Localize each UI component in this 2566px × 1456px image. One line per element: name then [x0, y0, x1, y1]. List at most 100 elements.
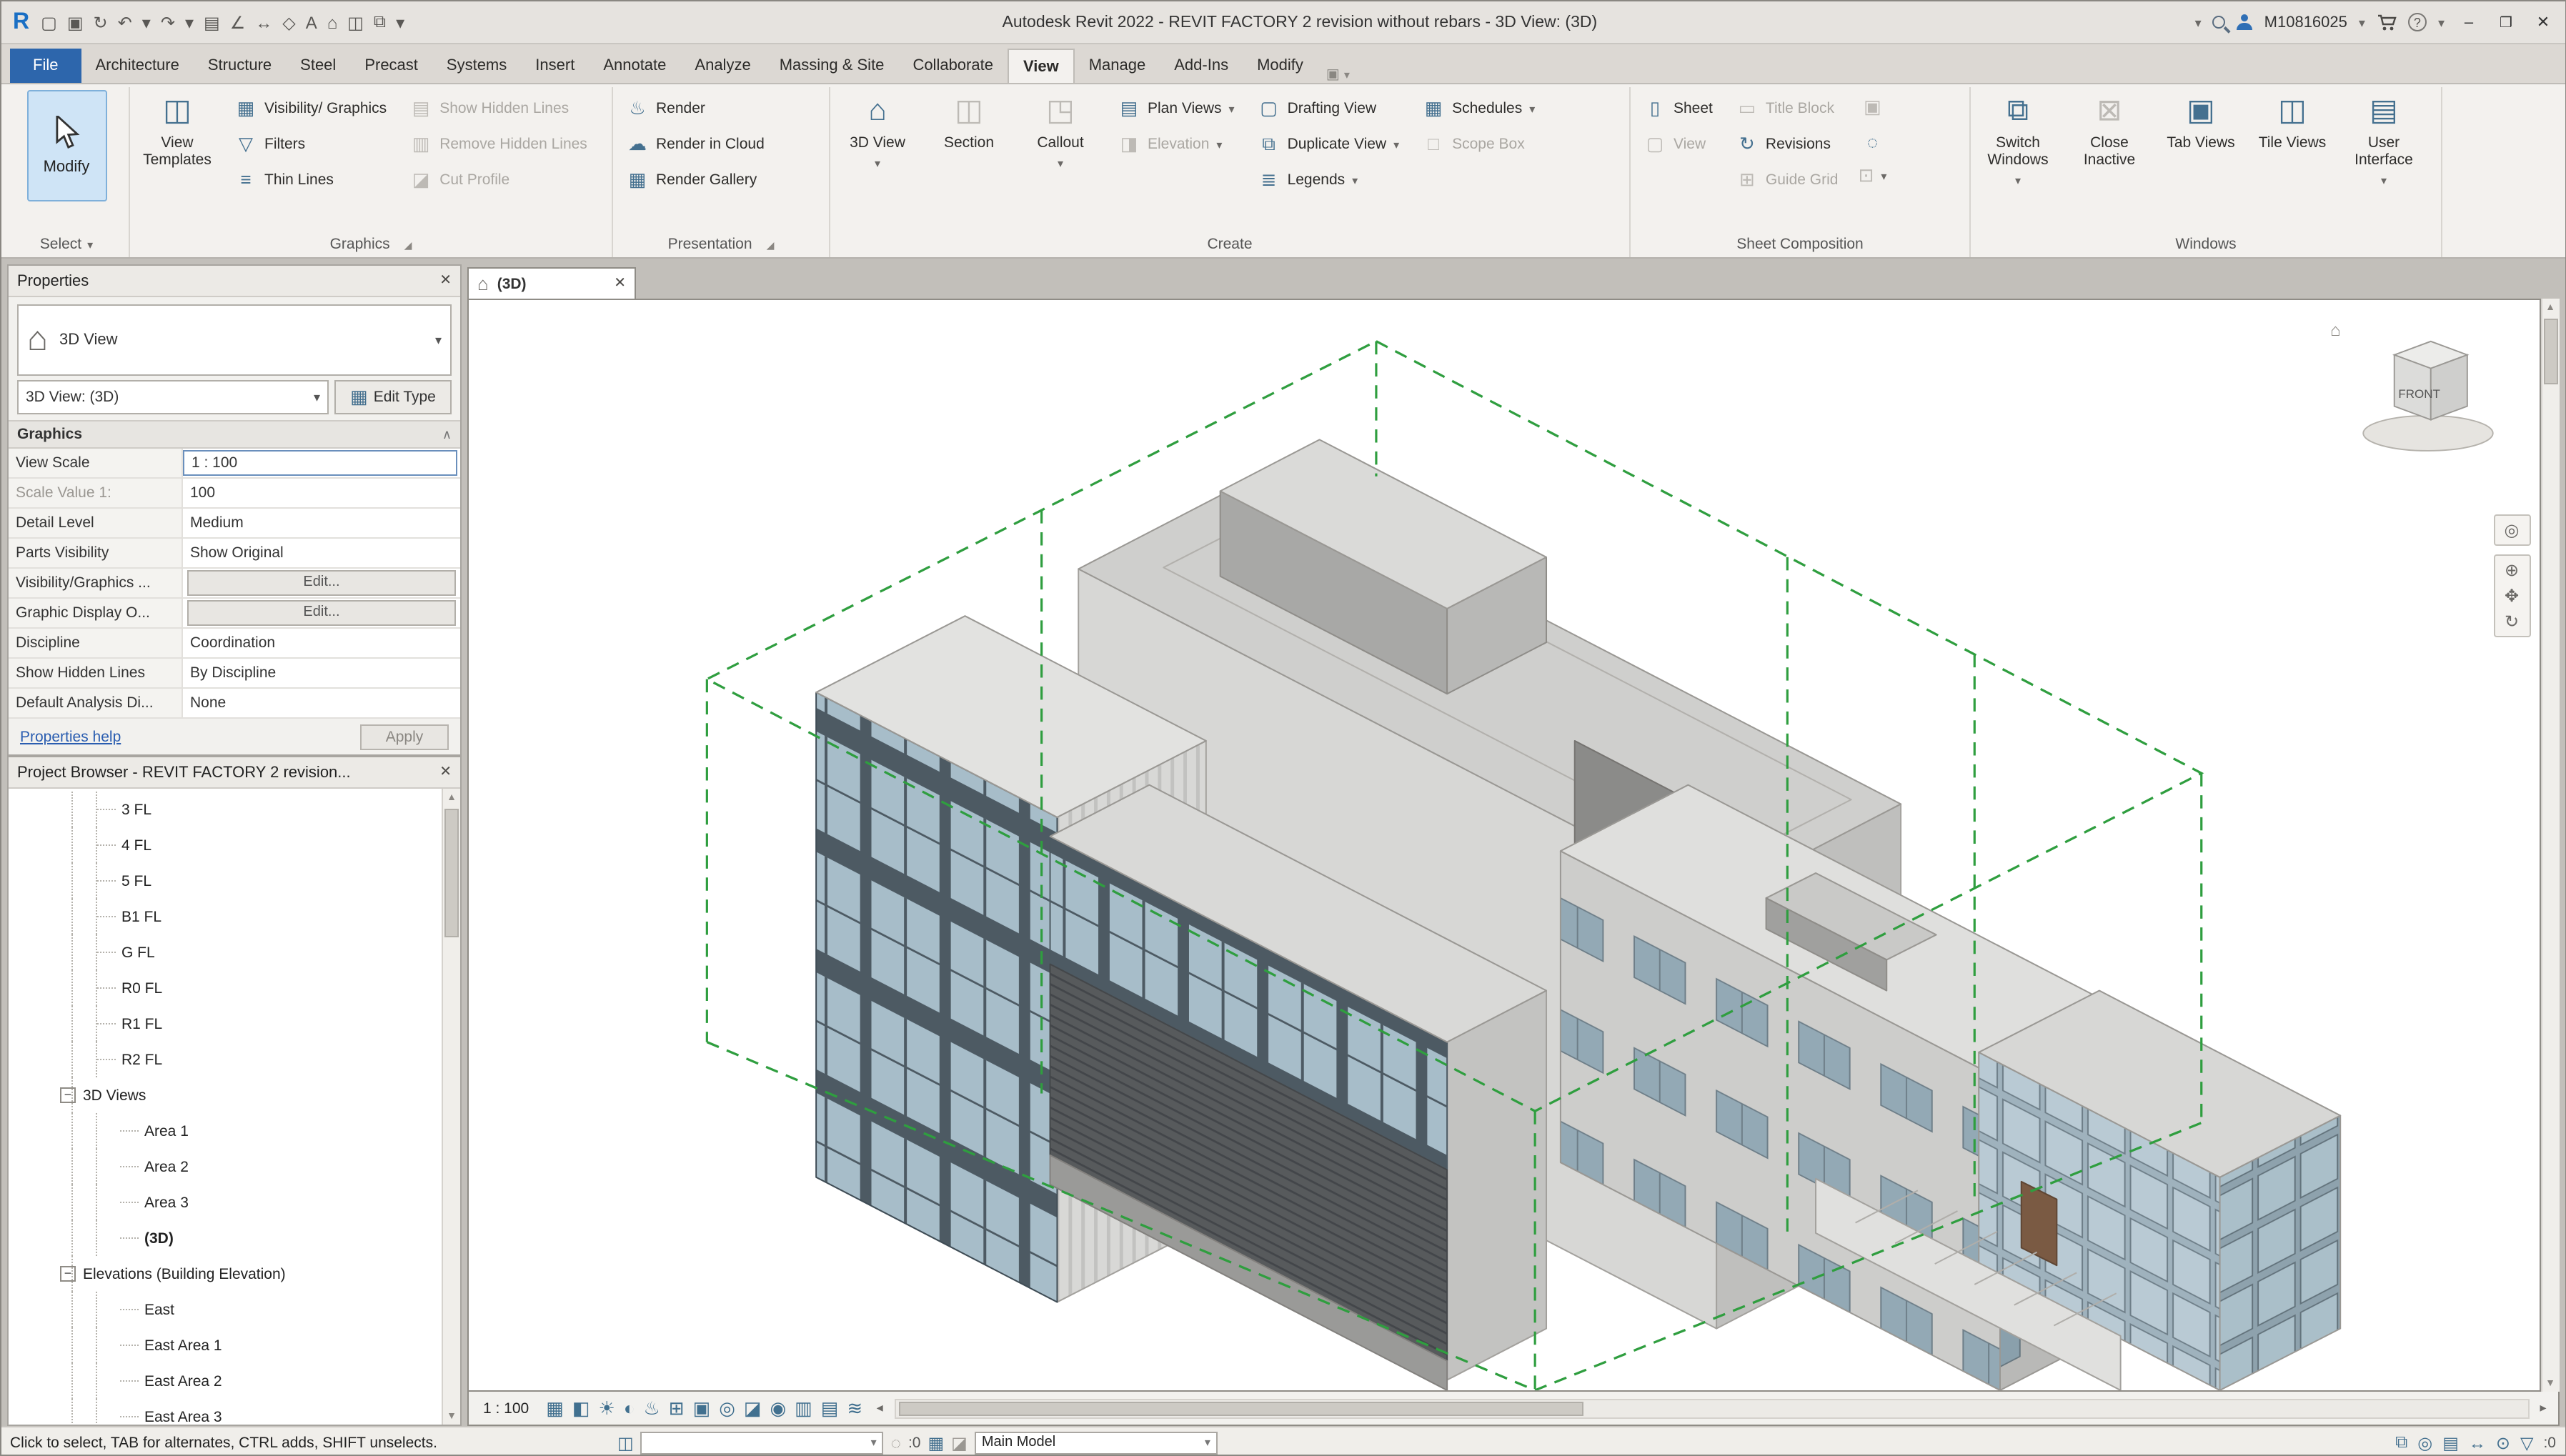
sheet-extra-button-3[interactable]: ⊡: [1855, 159, 1889, 193]
collapse-icon[interactable]: [60, 1087, 76, 1103]
legends-button[interactable]: ≣ Legends: [1252, 161, 1406, 197]
browser-item[interactable]: 5 FL: [9, 863, 442, 899]
render-dialog-icon[interactable]: ♨: [643, 1397, 660, 1420]
ribbon-tab[interactable]: Systems: [432, 49, 521, 83]
close-inactive-button[interactable]: ⊠ Close Inactive: [2069, 90, 2149, 169]
save-icon[interactable]: ▣: [67, 12, 84, 32]
ribbon-tab[interactable]: Insert: [521, 49, 589, 83]
instance-selector[interactable]: 3D View: (3D): [17, 380, 329, 414]
minimize-button[interactable]: [2456, 14, 2482, 31]
browser-item[interactable]: 3D Views: [9, 1077, 442, 1113]
ribbon-tab[interactable]: Architecture: [81, 49, 193, 83]
username[interactable]: M10816025: [2264, 14, 2347, 31]
browser-item[interactable]: (3D): [9, 1220, 442, 1256]
switch-windows-button[interactable]: ⧉ Switch Windows: [1978, 90, 2058, 189]
render-gallery-button[interactable]: ▦ Render Gallery: [620, 161, 770, 197]
tab-views-button[interactable]: ▣ Tab Views: [2161, 90, 2241, 151]
section-button[interactable]: ◫ Section: [929, 90, 1009, 151]
browser-item[interactable]: East: [9, 1292, 442, 1327]
active-design-option-combobox[interactable]: Main Model: [975, 1431, 1218, 1454]
remove-hidden-lines-button[interactable]: ▥ Remove Hidden Lines: [404, 126, 593, 161]
view-scale-button[interactable]: 1 : 100: [472, 1400, 540, 1417]
undo-icon[interactable]: ↶: [118, 12, 132, 32]
analytical-model-icon[interactable]: ≋: [847, 1397, 862, 1420]
sheet-button[interactable]: ▯ Sheet: [1638, 90, 1719, 126]
callout-button[interactable]: ◳ Callout: [1020, 90, 1100, 171]
show-crop-icon[interactable]: ▣: [693, 1397, 711, 1420]
scroll-up-icon[interactable]: ▲: [443, 789, 460, 806]
user-caret-icon[interactable]: [2359, 14, 2365, 31]
steering-wheel-icon[interactable]: ◎: [2505, 520, 2520, 540]
help-icon[interactable]: ?: [2408, 13, 2427, 31]
select-pins-icon[interactable]: ◎: [2417, 1432, 2432, 1452]
browser-item[interactable]: Elevations (Building Elevation): [9, 1256, 442, 1292]
qat-customize-caret-icon[interactable]: ▾: [396, 12, 404, 32]
browser-item[interactable]: G FL: [9, 934, 442, 970]
browser-item[interactable]: East Area 3: [9, 1399, 442, 1425]
filters-button[interactable]: ▽ Filters: [229, 126, 392, 161]
shadows-icon[interactable]: ◐: [624, 1397, 635, 1419]
restore-button[interactable]: [2493, 14, 2519, 31]
default-3d-view-icon[interactable]: ⌂: [327, 12, 338, 32]
file-tab[interactable]: File: [10, 49, 81, 83]
pan-icon[interactable]: ✥: [2505, 586, 2519, 606]
ribbon-tab[interactable]: Annotate: [589, 49, 680, 83]
ribbon-tab[interactable]: Precast: [350, 49, 432, 83]
browser-item[interactable]: R1 FL: [9, 1006, 442, 1042]
elevation-button[interactable]: ◨ Elevation: [1112, 126, 1240, 161]
panel-label-windows[interactable]: Windows: [1978, 230, 2434, 257]
open-icon[interactable]: ▢: [41, 12, 57, 32]
visual-style-icon[interactable]: ◧: [572, 1397, 590, 1420]
close-icon[interactable]: [439, 764, 452, 780]
panel-label-presentation[interactable]: Presentation: [620, 230, 822, 257]
browser-item[interactable]: East Area 1: [9, 1327, 442, 1363]
modify-button[interactable]: Modify: [26, 90, 106, 201]
render-button[interactable]: ♨ Render: [620, 90, 770, 126]
ribbon-tab[interactable]: View: [1008, 49, 1075, 83]
scroll-up-icon[interactable]: ▲: [2542, 299, 2559, 316]
show-hidden-lines-button[interactable]: ▤ Show Hidden Lines: [404, 90, 593, 126]
canvas-vertical-scrollbar[interactable]: ▲ ▼: [2540, 299, 2559, 1392]
panel-label-create[interactable]: Create: [837, 230, 1622, 257]
browser-item[interactable]: R2 FL: [9, 1042, 442, 1077]
detail-level-icon[interactable]: ▦: [546, 1397, 564, 1420]
design-options-icon[interactable]: ▦: [928, 1432, 944, 1452]
select-underlay-icon[interactable]: ▤: [2442, 1432, 2459, 1452]
viewcube-home-icon[interactable]: ⌂: [2330, 320, 2341, 340]
zoom-icon[interactable]: ⊕: [2505, 560, 2519, 580]
ribbon-tab[interactable]: Structure: [194, 49, 286, 83]
editing-requests-icon[interactable]: ◌: [891, 1432, 901, 1452]
close-view-icon[interactable]: [614, 276, 626, 291]
ribbon-tab[interactable]: Modify: [1243, 49, 1318, 83]
ribbon-tab[interactable]: Add-Ins: [1160, 49, 1243, 83]
print-icon[interactable]: ▤: [204, 12, 220, 32]
browser-scrollbar[interactable]: ▲ ▼: [442, 789, 460, 1425]
scroll-right-icon[interactable]: ▸: [2532, 1400, 2555, 1416]
user-icon[interactable]: [2237, 14, 2253, 30]
drafting-view-button[interactable]: ▢ Drafting View: [1252, 90, 1406, 126]
browser-item[interactable]: B1 FL: [9, 899, 442, 934]
sheet-extra-button-1[interactable]: ▣: [1855, 90, 1889, 124]
ribbon-tab[interactable]: Collaborate: [898, 49, 1008, 83]
render-in-cloud-button[interactable]: ☁ Render in Cloud: [620, 126, 770, 161]
browser-item[interactable]: Area 1: [9, 1113, 442, 1149]
filter-icon[interactable]: ▽: [2520, 1432, 2533, 1452]
ribbon-tab[interactable]: Analyze: [680, 49, 765, 83]
scroll-left-icon[interactable]: ◂: [868, 1400, 891, 1416]
scroll-down-icon[interactable]: ▼: [2542, 1375, 2559, 1392]
view-tab-3d[interactable]: ⌂ (3D): [467, 267, 636, 299]
sheet-extra-button-2[interactable]: ◌: [1855, 124, 1889, 159]
panel-label-select[interactable]: Select: [11, 230, 121, 257]
browser-item[interactable]: 4 FL: [9, 827, 442, 863]
edit-type-button[interactable]: ▦ Edit Type: [334, 380, 452, 414]
crop-view-icon[interactable]: ⊞: [669, 1397, 685, 1420]
cut-profile-button[interactable]: ◪ Cut Profile: [404, 161, 593, 197]
plan-views-button[interactable]: ▤ Plan Views: [1112, 90, 1240, 126]
type-selector[interactable]: ⌂ 3D View: [17, 304, 452, 376]
canvas-horizontal-scrollbar[interactable]: [894, 1398, 2529, 1418]
visibility-graphics-button[interactable]: ▦ Visibility/ Graphics: [229, 90, 392, 126]
exclude-options-icon[interactable]: ◪: [951, 1432, 968, 1452]
3d-building-model[interactable]: [469, 300, 2539, 1390]
navigation-bar[interactable]: ◎ ⊕ ✥ ↻: [2493, 514, 2530, 637]
search-collapse-icon[interactable]: [2195, 14, 2202, 31]
